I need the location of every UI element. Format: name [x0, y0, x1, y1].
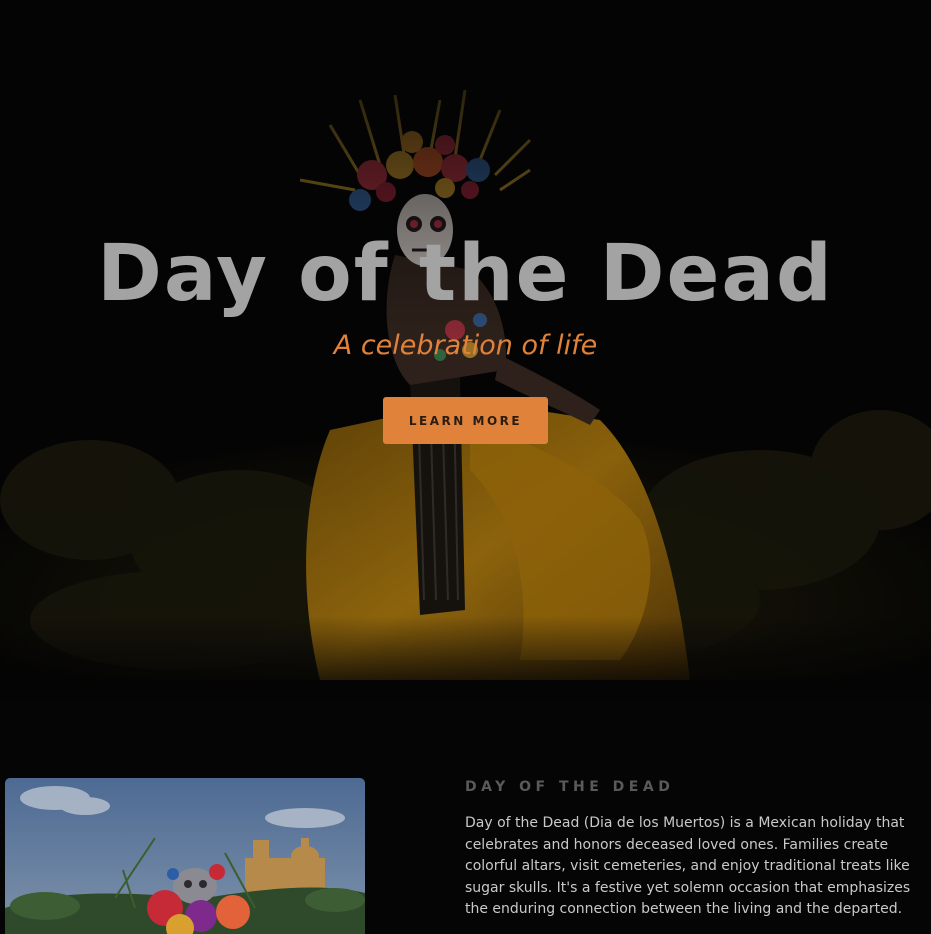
about-heading: DAY OF THE DEAD [465, 779, 675, 795]
about-photo [5, 778, 365, 934]
page: Day of the Dead A celebration of life LE… [0, 0, 931, 934]
about-description: Day of the Dead (Dia de los Muertos) is … [465, 815, 911, 918]
learn-more-button[interactable]: LEARN MORE [383, 397, 548, 444]
hero-subtitle: A celebration of life [333, 330, 598, 361]
hero-title: Day of the Dead [97, 229, 834, 319]
hero-section: Day of the Dead A celebration of life LE… [0, 0, 931, 700]
